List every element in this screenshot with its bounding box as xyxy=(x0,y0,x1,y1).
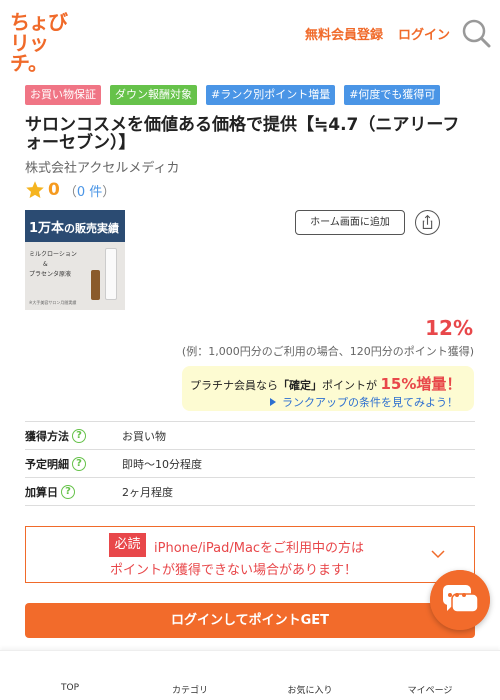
info-key: 加算日? xyxy=(25,484,122,500)
platinum-promo: プラチナ会員なら「確定」ポイントが 15%増量！ ランクアップの条件を見てみよう… xyxy=(182,366,474,411)
bottom-nav: TOP カテゴリ お気に入り マイページ xyxy=(0,650,500,700)
help-icon[interactable]: ? xyxy=(72,456,86,471)
chevron-down-icon[interactable] xyxy=(431,547,445,561)
ios-notice-accordion[interactable]: 必読 iPhone/iPad/Macをご利用中の方は ポイントが獲得できない場合… xyxy=(25,526,475,583)
promo-highlight: 15%増量！ xyxy=(380,375,462,393)
reward-percent: 12% xyxy=(425,316,473,340)
info-key-label: 加算日 xyxy=(25,485,58,499)
required-badge: 必読 xyxy=(109,533,146,557)
nav-favorites[interactable]: お気に入り xyxy=(270,683,350,696)
product-image-body: ミルクローション & プラセンタ原液 ※大手美容サロン月間実績 xyxy=(25,242,125,310)
promo-mid: ポイントが xyxy=(322,379,377,392)
share-icon[interactable] xyxy=(415,210,440,235)
product-image-banner: 1万本の販売実績 xyxy=(25,210,125,242)
info-table: 獲得方法? お買い物 予定明細? 即時〜10分程度 加算日? 2ヶ月程度 xyxy=(25,421,475,506)
logo-line1: ちょび xyxy=(10,10,68,34)
logo[interactable]: ちょび リッチ。 xyxy=(10,10,70,73)
rating-paren-open: （ xyxy=(63,184,77,200)
header: ちょび リッチ。 無料会員登録 ログイン xyxy=(0,0,500,73)
product-image-banner-big: 1万本 xyxy=(29,221,65,236)
product-image-text1: ミルクローション xyxy=(29,251,77,258)
rating-value: 0 xyxy=(48,180,60,200)
rank-up-link[interactable]: ランクアップの条件を見てみよう！ xyxy=(270,394,458,410)
help-icon[interactable]: ? xyxy=(61,484,75,499)
notice-line2: ポイントが獲得できない場合があります！ xyxy=(110,563,358,578)
logo-line2: リッチ。 xyxy=(10,31,49,75)
info-row: 加算日? 2ヶ月程度 xyxy=(25,478,475,506)
promo-bold: 「確定」 xyxy=(278,379,322,392)
serum-bottle xyxy=(91,270,100,300)
login-link[interactable]: ログイン xyxy=(398,24,450,43)
company-name: 株式会社アクセルメディカ xyxy=(25,161,180,176)
product-image-footnote: ※大手美容サロン月間実績 xyxy=(29,300,77,305)
tag-rank-bonus[interactable]: #ランク別ポイント増量 xyxy=(206,85,336,105)
product-image-text3: プラセンタ原液 xyxy=(29,271,72,278)
promo-text: プラチナ会員なら「確定」ポイントが 15%増量！ xyxy=(190,373,461,394)
info-key: 予定明細? xyxy=(25,456,122,472)
product-image-text: ミルクローション & プラセンタ原液 xyxy=(29,250,77,280)
add-to-home-button[interactable]: ホーム画面に追加 xyxy=(295,210,405,235)
triangle-right-icon xyxy=(270,398,276,406)
chat-icon[interactable] xyxy=(430,570,490,630)
promo-prefix: プラチナ会員なら xyxy=(190,379,278,392)
product-image-text2: & xyxy=(43,261,48,268)
info-key-label: 予定明細 xyxy=(25,457,69,471)
info-value: お買い物 xyxy=(122,429,166,443)
info-row: 獲得方法? お買い物 xyxy=(25,422,475,450)
info-value: 即時〜10分程度 xyxy=(122,457,202,471)
notice-line1: iPhone/iPad/Macをご利用中の方は xyxy=(154,541,365,556)
rating: 0 （0 件） xyxy=(25,180,115,200)
nav-category[interactable]: カテゴリ xyxy=(150,683,230,696)
page-title: サロンコスメを価値ある価格で提供【≒4.7（ニアリーフォーセブン）】 xyxy=(25,115,460,153)
reward-example: (例：1,000円分のご利用の場合、120円分のポイント獲得) xyxy=(181,345,474,358)
info-value: 2ヶ月程度 xyxy=(122,485,173,499)
rank-up-link-label: ランクアップの条件を見てみよう！ xyxy=(282,396,458,409)
nav-mypage[interactable]: マイページ xyxy=(390,683,470,696)
tag-down-reward: ダウン報酬対象 xyxy=(110,85,197,105)
tag-list: お買い物保証 ダウン報酬対象 #ランク別ポイント増量 #何度でも獲得可 xyxy=(25,85,441,105)
info-key-label: 獲得方法 xyxy=(25,429,69,443)
register-link[interactable]: 無料会員登録 xyxy=(305,24,383,43)
info-key: 獲得方法? xyxy=(25,428,122,444)
star-icon xyxy=(26,181,44,198)
rating-paren-close: ） xyxy=(102,184,116,200)
search-icon[interactable] xyxy=(461,18,491,48)
product-image: 1万本の販売実績 ミルクローション & プラセンタ原液 ※大手美容サロン月間実績 xyxy=(25,210,125,310)
product-image-banner-rest: の販売実績 xyxy=(64,222,120,235)
tag-purchase-guarantee: お買い物保証 xyxy=(25,85,101,105)
help-icon[interactable]: ? xyxy=(72,428,86,443)
login-get-points-button[interactable]: ログインしてポイントGET xyxy=(25,603,475,638)
info-row: 予定明細? 即時〜10分程度 xyxy=(25,450,475,478)
review-count: 0 件 xyxy=(76,184,103,200)
tag-repeatable[interactable]: #何度でも獲得可 xyxy=(344,85,441,105)
lotion-bottle xyxy=(105,248,117,300)
review-count-link[interactable]: （0 件） xyxy=(64,181,115,200)
nav-top[interactable]: TOP xyxy=(30,683,110,693)
